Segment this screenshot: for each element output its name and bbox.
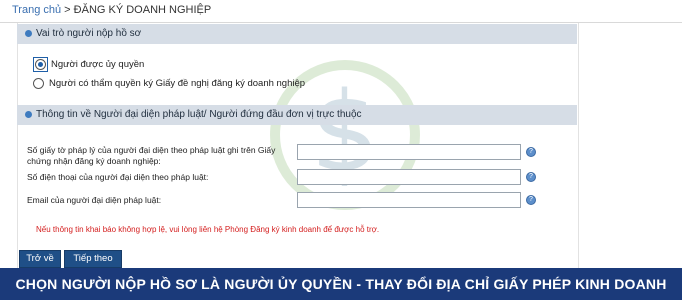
bullet-icon [25, 29, 32, 37]
section-legal-rep-header: Thông tin về Người đại diện pháp luật/ N… [17, 105, 577, 125]
breadcrumb-home-link[interactable]: Trang chủ [12, 4, 61, 16]
email-input[interactable] [297, 192, 521, 208]
label-email: Email của người đại diện pháp luật: [27, 195, 162, 205]
breadcrumb-current: ĐĂNG KÝ DOANH NGHIỆP [73, 4, 212, 16]
radio-label-signatory: Người có thẩm quyền ký Giấy đề nghị đăng… [49, 78, 306, 89]
phone-input[interactable] [297, 169, 521, 185]
bullet-icon [25, 110, 32, 118]
dollar-watermark-logo: $ [270, 60, 420, 210]
breadcrumb: Trang chủ > ĐĂNG KÝ DOANH NGHIỆP [12, 4, 211, 16]
radio-focus-ring [33, 57, 48, 72]
radio-option-authorized[interactable]: Người được ủy quyền [33, 57, 144, 72]
help-icon[interactable]: ? [526, 172, 536, 182]
help-icon[interactable]: ? [526, 195, 536, 205]
section-role-title: Vai trò người nộp hồ sơ [36, 28, 142, 39]
legal-id-input[interactable] [297, 144, 521, 160]
back-button[interactable]: Trở về [19, 250, 61, 268]
next-button[interactable]: Tiếp theo [64, 250, 122, 268]
help-icon[interactable]: ? [526, 147, 536, 157]
section-role-header: Vai trò người nộp hồ sơ [17, 24, 577, 44]
radio-button-authorized[interactable] [35, 59, 46, 70]
support-note: Nếu thông tin khai báo không hợp lệ, vui… [36, 225, 380, 234]
breadcrumb-separator: > [61, 4, 74, 16]
radio-button-signatory[interactable] [33, 78, 44, 89]
top-bar: Trang chủ > ĐĂNG KÝ DOANH NGHIỆP [0, 0, 682, 23]
radio-label-authorized: Người được ủy quyền [51, 59, 145, 70]
section-legal-rep-title: Thông tin về Người đại diện pháp luật/ N… [36, 109, 362, 120]
caption-banner: CHỌN NGƯỜI NỘP HỒ SƠ LÀ NGƯỜI ỦY QUYỀN -… [0, 268, 682, 300]
label-phone: Số điện thoại của người đại diện theo ph… [27, 172, 209, 182]
label-legal-id: Số giấy tờ pháp lý của người đại diện th… [27, 145, 276, 166]
radio-option-signatory[interactable]: Người có thẩm quyền ký Giấy đề nghị đăng… [33, 78, 305, 89]
